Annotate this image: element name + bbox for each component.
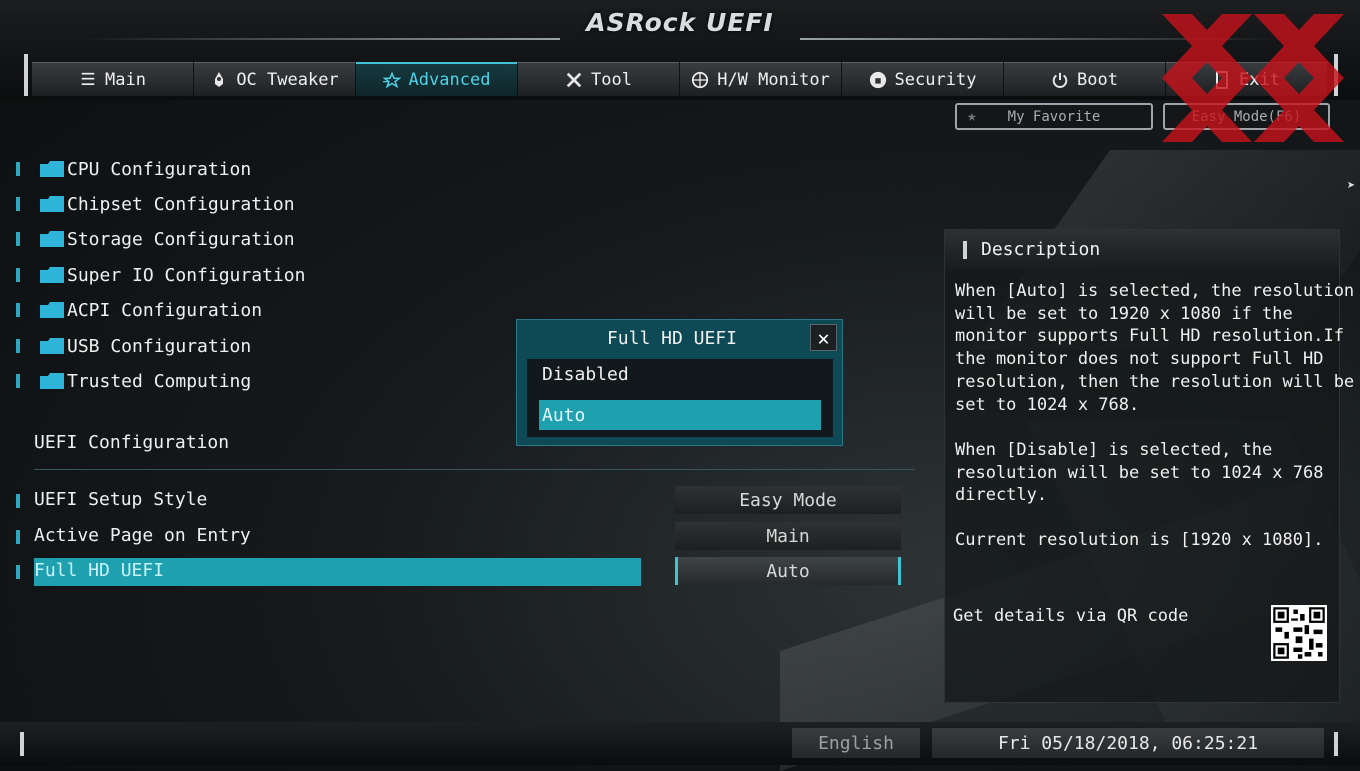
header: ASRock UEFI ☰ Main OC Tweaker Advanced T… [0,0,1360,100]
item-marker [16,303,20,317]
tab-advanced[interactable]: Advanced [356,62,517,96]
item-marker [16,162,20,176]
item-marker [16,374,20,388]
option-full-hd-uefi[interactable]: Full HD UEFI Auto [0,557,915,586]
popup-option-auto[interactable]: Auto [539,400,821,430]
option-active-page-on-entry[interactable]: Active Page on Entry Main [0,522,915,551]
tab-label: Advanced [408,70,491,90]
footer-right-bar [1334,732,1338,756]
rocket-icon [210,71,228,89]
asrock-uefi-logo: ASRock UEFI [586,8,774,37]
my-favorite-button[interactable]: ★ My Favorite [955,103,1153,130]
popup-option-disabled[interactable]: Disabled [539,359,821,389]
footer: English Fri 05/18/2018, 06:25:21 [0,722,1360,765]
power-icon [1051,71,1069,89]
language-button[interactable]: English [792,728,920,758]
popup-title: Full HD UEFI [606,328,738,349]
folder-icon [40,267,64,283]
folder-icon [40,338,64,354]
item-marker [16,565,20,579]
my-favorite-label: My Favorite [1007,108,1101,125]
star-icon [382,71,401,89]
description-paragraph: When [Disable] is selected, the resoluti… [955,440,1324,506]
option-value-dropdown[interactable]: Easy Mode [675,486,901,514]
tab-security[interactable]: Security [842,62,1003,96]
tab-boot[interactable]: Boot [1004,62,1165,96]
folder-icon [40,373,64,389]
option-value-dropdown[interactable]: Auto [675,557,901,585]
tab-hw-monitor[interactable]: H/W Monitor [680,62,841,96]
shield-icon [869,71,887,89]
item-marker [16,197,20,211]
option-value-dropdown[interactable]: Main [675,522,901,550]
folder-icon [40,302,64,318]
item-marker [16,494,20,508]
list-icon: ☰ [80,69,96,90]
tab-main[interactable]: ☰ Main [32,62,193,96]
option-label: Active Page on Entry [34,525,251,546]
option-uefi-setup-style[interactable]: UEFI Setup Style Easy Mode [0,486,915,515]
wrench-icon [565,71,583,89]
watermark-logo [1162,14,1344,142]
tab-oc-tweaker[interactable]: OC Tweaker [194,62,355,96]
popup-option-list: Disabled Auto [527,359,833,437]
tab-label: H/W Monitor [717,69,830,90]
description-panel: Description When [Auto] is selected, the… [944,229,1354,703]
tab-label: Main [105,69,146,90]
close-button[interactable]: ✕ [810,324,837,351]
item-marker [16,339,20,353]
section-title: UEFI Configuration [34,432,230,453]
header-marker [963,241,967,259]
tab-tool[interactable]: Tool [518,62,679,96]
tab-label: OC Tweaker [236,69,339,90]
folder-icon [40,231,64,247]
star-icon: ★ [967,106,977,125]
option-label: UEFI Setup Style [34,489,208,510]
item-marker [16,232,20,246]
description-title: Description [981,239,1101,260]
folder-icon [40,196,64,212]
qr-label: Get details via QR code [953,606,1189,626]
section-divider [34,469,915,470]
item-marker [16,530,20,544]
option-label: Full HD UEFI [34,560,165,581]
header-wing-left [80,38,560,40]
header-left-bar [24,54,28,96]
monitor-icon [691,71,709,89]
close-icon: ✕ [817,325,830,350]
qr-code-image [1271,605,1327,661]
item-marker [16,268,20,282]
full-hd-uefi-popup: Full HD UEFI ✕ Disabled Auto [516,319,843,446]
description-paragraph: When [Auto] is selected, the resolution … [955,281,1355,415]
datetime-display: Fri 05/18/2018, 06:25:21 [932,728,1324,758]
main-tabs: ☰ Main OC Tweaker Advanced Tool H/W Moni… [32,62,1332,98]
footer-left-bar [20,732,24,756]
folder-icon [40,161,64,177]
tab-label: Tool [591,69,632,90]
description-header: Description [945,230,1339,270]
description-paragraph: Current resolution is [1920 x 1080]. [955,530,1324,550]
mouse-cursor: ➤ [1347,178,1356,194]
tab-label: Security [894,69,977,90]
tab-label: Boot [1077,69,1118,90]
